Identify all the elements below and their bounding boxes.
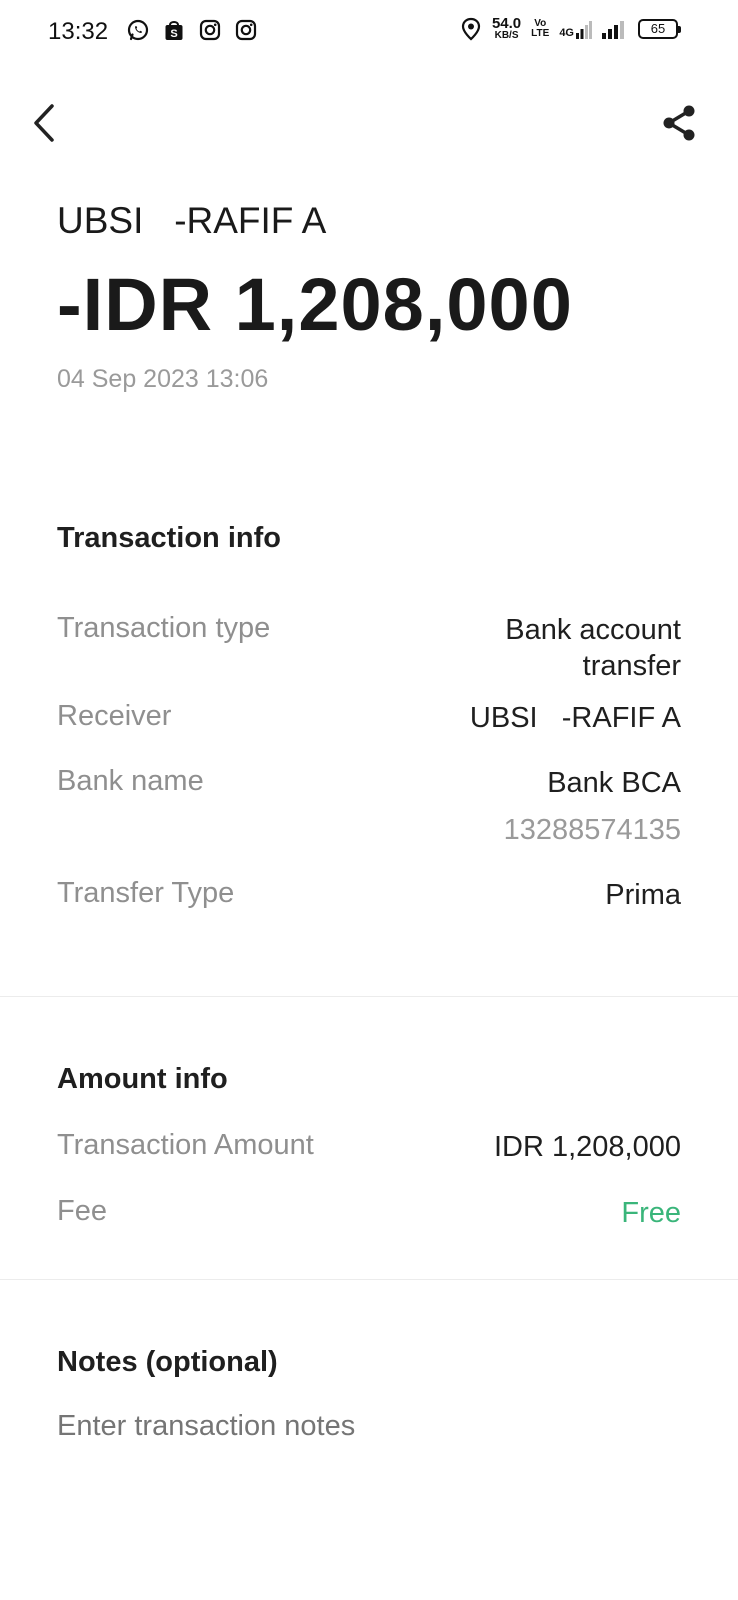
bank-name-label: Bank name bbox=[57, 765, 204, 797]
section-divider bbox=[0, 996, 738, 997]
network-speed-unit: KB/S bbox=[494, 30, 519, 41]
battery-level: 65 bbox=[650, 21, 666, 36]
receiver-row: Receiver UBSI -RAFIF A bbox=[57, 700, 681, 736]
network-speed: 54.0 KB/S bbox=[492, 16, 521, 41]
receiver-title: UBSI -RAFIF A bbox=[57, 200, 327, 241]
notification-icons: S bbox=[126, 18, 258, 42]
signal-4g: 4G bbox=[559, 19, 592, 39]
amount-info-title: Amount info bbox=[57, 1063, 228, 1095]
whatsapp-icon bbox=[127, 19, 149, 41]
volte-bottom: LTE bbox=[531, 27, 550, 39]
instagram-icon bbox=[235, 19, 257, 41]
transaction-header: UBSI -RAFIF A -IDR 1,208,000 04 Sep 2023… bbox=[57, 200, 697, 394]
fee-row: Fee Free bbox=[57, 1195, 681, 1231]
transaction-amount: -IDR 1,208,000 bbox=[57, 263, 573, 346]
volte-indicator: Vo LTE bbox=[531, 17, 550, 39]
fee-value: Free bbox=[621, 1197, 681, 1229]
top-nav bbox=[0, 88, 738, 158]
battery-icon: 65 bbox=[638, 18, 681, 39]
transaction-amount-row: Transaction Amount IDR 1,208,000 bbox=[57, 1129, 681, 1165]
transfer-type-row: Transfer Type Prima bbox=[57, 877, 681, 913]
transaction-type-label: Transaction type bbox=[57, 612, 271, 644]
transaction-amount-label: Transaction Amount bbox=[57, 1129, 314, 1161]
bank-name-value: Bank BCA bbox=[547, 767, 681, 799]
status-right: 54.0 KB/S Vo LTE 4G 65 bbox=[460, 16, 681, 41]
notes-input[interactable] bbox=[57, 1410, 681, 1443]
network-type: 4G bbox=[559, 26, 574, 39]
signal-icon bbox=[576, 20, 592, 39]
signal-icon bbox=[602, 20, 624, 39]
transaction-datetime: 04 Sep 2023 13:06 bbox=[57, 365, 269, 393]
receiver-value: UBSI -RAFIF A bbox=[469, 702, 681, 734]
share-icon bbox=[663, 105, 695, 141]
fee-label: Fee bbox=[57, 1195, 107, 1227]
transaction-info-title: Transaction info bbox=[57, 522, 281, 554]
status-time: 13:32 bbox=[48, 18, 109, 45]
notes-title: Notes (optional) bbox=[57, 1346, 278, 1378]
transfer-type-label: Transfer Type bbox=[57, 877, 235, 909]
instagram-icon bbox=[199, 19, 221, 41]
shopee-icon: S bbox=[165, 21, 183, 40]
svg-text:S: S bbox=[170, 28, 177, 40]
status-bar: 13:32 S 54.0 KB/S Vo LTE 4G 65 bbox=[0, 0, 738, 66]
transaction-amount-value: IDR 1,208,000 bbox=[493, 1131, 681, 1163]
account-number-row: 13288574135 bbox=[57, 812, 681, 848]
share-button[interactable] bbox=[656, 100, 702, 146]
volte-top: Vo bbox=[534, 17, 547, 29]
transfer-type-value: Prima bbox=[605, 879, 681, 911]
account-number: 13288574135 bbox=[503, 814, 681, 846]
transaction-type-value: Bank account transfer bbox=[505, 614, 681, 682]
chevron-left-icon bbox=[34, 104, 54, 142]
network-speed-value: 54.0 bbox=[491, 15, 522, 32]
receiver-label: Receiver bbox=[57, 700, 172, 732]
back-button[interactable] bbox=[24, 100, 64, 146]
section-divider bbox=[0, 1279, 738, 1280]
bank-name-row: Bank name Bank BCA bbox=[57, 765, 681, 801]
transaction-type-row: Transaction type Bank account transfer bbox=[57, 612, 681, 684]
location-icon bbox=[461, 17, 481, 40]
